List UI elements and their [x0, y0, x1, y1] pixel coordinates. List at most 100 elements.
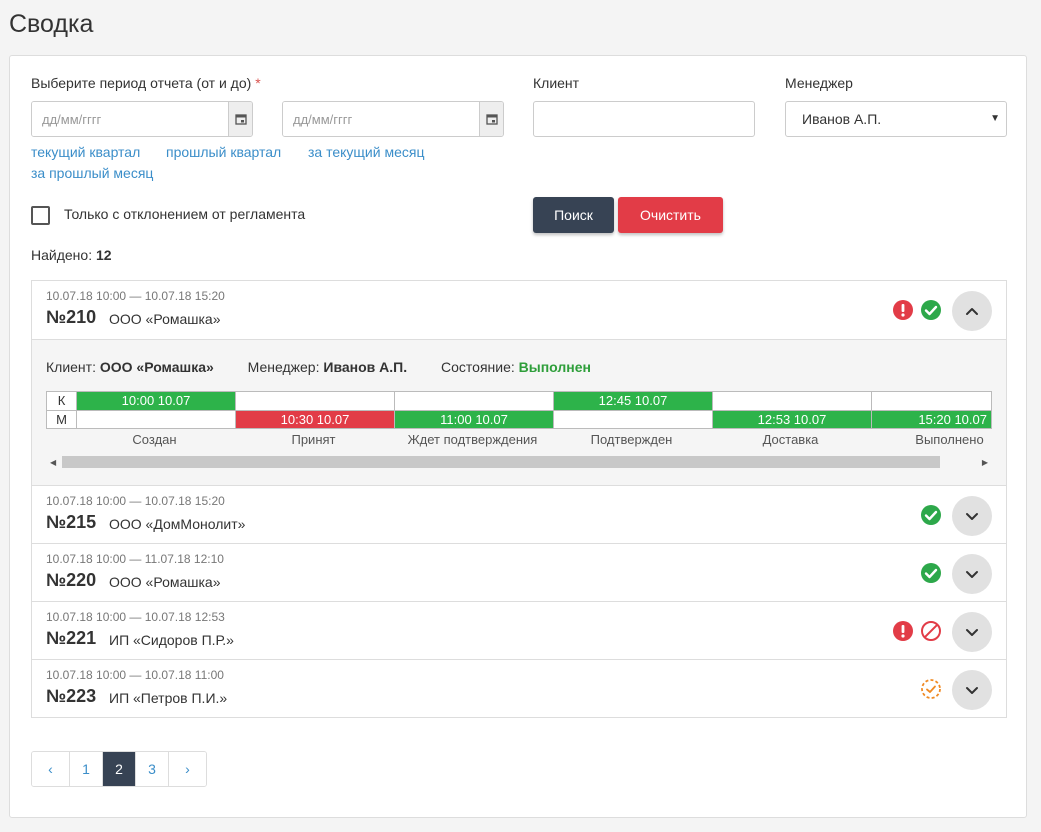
quick-link-previous-month[interactable]: за прошлый месяц: [31, 165, 153, 181]
client-input[interactable]: [533, 101, 755, 137]
date-to-group: [282, 101, 504, 137]
timeline-row-label: К: [47, 392, 76, 410]
orders-list: 10.07.18 10:00 — 10.07.18 15:20 №210 ООО…: [31, 280, 1007, 718]
date-from-group: [31, 101, 253, 137]
expand-button[interactable]: [952, 496, 992, 536]
timeline-cell: 12:45 10.07: [553, 392, 712, 410]
order-company: ИП «Сидоров П.Р.»: [109, 632, 234, 648]
quick-link-current-quarter[interactable]: текущий квартал: [31, 144, 140, 160]
manager-label: Менеджер: [785, 75, 853, 91]
timeline-stage-labels: Создан Принят Ждет подтверждения Подтвер…: [46, 432, 992, 448]
date-from-input[interactable]: [32, 102, 228, 136]
order-company: ООО «Ромашка»: [109, 311, 221, 327]
quick-link-previous-quarter[interactable]: прошлый квартал: [166, 144, 281, 160]
pagination-page[interactable]: 1: [69, 752, 102, 786]
order-status-icons: [920, 504, 942, 526]
order-period: 10.07.18 10:00 — 10.07.18 15:20: [46, 289, 225, 303]
expand-button[interactable]: [952, 612, 992, 652]
timeline-cell: [235, 392, 394, 410]
timeline-cell: 10:00 10.07: [76, 392, 235, 410]
expand-button[interactable]: [952, 554, 992, 594]
details-state: Выполнен: [518, 359, 591, 375]
scroll-left-icon[interactable]: ◀: [50, 458, 56, 467]
order-period: 10.07.18 10:00 — 11.07.18 12:10: [46, 552, 224, 566]
order-number: №215: [46, 512, 97, 532]
pagination-page-active[interactable]: 2: [102, 752, 135, 786]
order-status-icons: [892, 299, 942, 321]
timeline-cell: 11:00 10.07: [394, 411, 553, 428]
check-icon: [921, 563, 941, 583]
exclamation-icon: [893, 621, 913, 641]
caret-down-icon: ▼: [990, 113, 1000, 124]
client-label: Клиент: [533, 75, 580, 91]
scroll-right-icon[interactable]: ▶: [982, 458, 988, 467]
order-details-info: Клиент: ООО «Ромашка» Менеджер: Иванов А…: [46, 359, 591, 375]
quick-link-current-month[interactable]: за текущий месяц: [308, 144, 424, 160]
found-count: Найдено: 12: [31, 247, 112, 263]
expand-button[interactable]: [952, 670, 992, 710]
cancel-icon: [921, 621, 941, 641]
order-status-icons: [920, 562, 942, 584]
order-item: 10.07.18 10:00 — 10.07.18 11:00 №223 ИП …: [31, 659, 1007, 718]
report-card: Выберите период отчета (от и до) * Клиен…: [9, 55, 1027, 818]
pagination-prev[interactable]: ‹: [32, 752, 69, 786]
order-item: 10.07.18 10:00 — 10.07.18 15:20 №210 ООО…: [31, 280, 1007, 486]
calendar-icon: [234, 114, 247, 125]
order-number: №210: [46, 307, 97, 327]
order-item: 10.07.18 10:00 — 11.07.18 12:10 №220 ООО…: [31, 543, 1007, 602]
page-title: Сводка: [9, 10, 94, 38]
order-timeline: К 10:00 10.07 12:45 10.07 М 10:30 10.07 …: [46, 391, 992, 429]
date-from-calendar-button[interactable]: [228, 102, 252, 136]
timeline-cell: 10:30 10.07: [235, 411, 394, 428]
order-number: №223: [46, 686, 97, 706]
collapse-button[interactable]: [952, 291, 992, 331]
stage-label: Подтвержден: [590, 432, 673, 447]
date-to-calendar-button[interactable]: [479, 102, 503, 136]
pagination-next[interactable]: ›: [168, 752, 206, 786]
deviation-only-label: Только с отклонением от регламента: [64, 206, 306, 222]
details-manager: Иванов А.П.: [323, 359, 408, 375]
chevron-down-icon: [966, 571, 978, 578]
chevron-down-icon: [966, 513, 978, 520]
order-period: 10.07.18 10:00 — 10.07.18 15:20: [46, 494, 225, 508]
stage-label: Создан: [132, 432, 177, 447]
timeline-cell: [871, 392, 991, 410]
timeline-scrollbar[interactable]: ◀ ▶: [46, 454, 992, 470]
date-to-input[interactable]: [283, 102, 479, 136]
manager-selected-value: Иванов А.П.: [802, 111, 882, 127]
order-period: 10.07.18 10:00 — 10.07.18 12:53: [46, 610, 225, 624]
pending-check-icon: [921, 679, 941, 699]
exclamation-icon: [893, 300, 913, 320]
deviation-only-checkbox[interactable]: [31, 206, 50, 225]
check-icon: [921, 505, 941, 525]
timeline-cell: [76, 411, 235, 428]
order-number: №220: [46, 570, 97, 590]
timeline-cell: [712, 392, 871, 410]
order-item: 10.07.18 10:00 — 10.07.18 12:53 №221 ИП …: [31, 601, 1007, 660]
timeline-cell: 12:53 10.07: [712, 411, 871, 428]
order-period: 10.07.18 10:00 — 10.07.18 11:00: [46, 668, 224, 682]
chevron-down-icon: [966, 629, 978, 636]
pagination: ‹ 1 2 3 ›: [31, 751, 207, 787]
stage-label: Ждет подтверждения: [407, 432, 538, 447]
order-company: ИП «Петров П.И.»: [109, 690, 228, 706]
order-company: ООО «ДомМонолит»: [109, 516, 246, 532]
stage-label: Выполнено: [915, 432, 984, 447]
order-details: Клиент: ООО «Ромашка» Менеджер: Иванов А…: [32, 339, 1006, 485]
order-number: №221: [46, 628, 97, 648]
scrollbar-thumb[interactable]: [62, 456, 940, 468]
pagination-page[interactable]: 3: [135, 752, 168, 786]
calendar-icon: [485, 114, 498, 125]
search-button[interactable]: Поиск: [533, 197, 614, 233]
stage-label: Доставка: [762, 432, 819, 447]
timeline-row-m: М 10:30 10.07 11:00 10.07 12:53 10.07 15…: [47, 411, 991, 428]
manager-select[interactable]: Иванов А.П. ▼: [785, 101, 1007, 137]
timeline-row-k: К 10:00 10.07 12:45 10.07: [47, 392, 991, 411]
stage-label: Принят: [291, 432, 336, 447]
chevron-up-icon: [966, 308, 978, 315]
order-item: 10.07.18 10:00 — 10.07.18 15:20 №215 ООО…: [31, 485, 1007, 544]
period-label: Выберите период отчета (от и до) *: [31, 75, 261, 91]
order-status-icons: [920, 678, 942, 700]
order-company: ООО «Ромашка»: [109, 574, 221, 590]
clear-button[interactable]: Очистить: [618, 197, 723, 233]
